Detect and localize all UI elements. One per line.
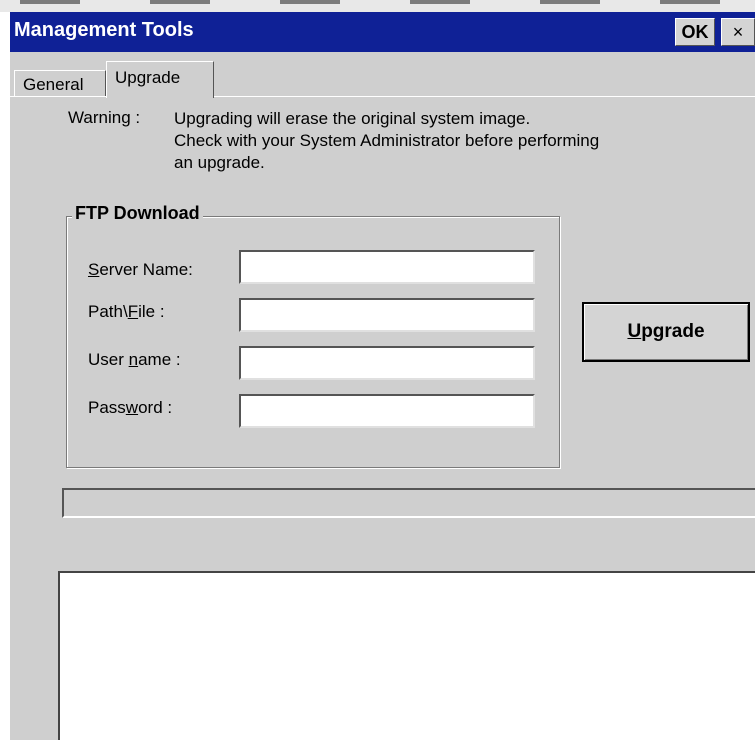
ok-button[interactable]: OK — [675, 18, 715, 46]
window-title: Management Tools — [14, 19, 194, 41]
user-name-label: User name : — [88, 350, 181, 369]
user-name-input[interactable] — [239, 346, 535, 380]
upgrade-progress-bar — [62, 488, 755, 518]
server-name-input[interactable] — [239, 250, 535, 284]
password-input[interactable] — [239, 394, 535, 428]
title-bar: Management Tools OK × — [10, 12, 755, 52]
path-file-label: Path\File : — [88, 302, 165, 321]
warning-label: Warning : — [68, 108, 141, 127]
path-file-input[interactable] — [239, 298, 535, 332]
upgrade-log-area[interactable] — [58, 571, 755, 740]
tab-upgrade[interactable]: Upgrade — [106, 61, 214, 98]
management-tools-window: Management Tools OK × General Upgrade Wa… — [10, 12, 755, 740]
warning-line: Upgrading will erase the original system… — [174, 109, 531, 128]
background-app-strip — [0, 0, 755, 12]
close-icon[interactable]: × — [721, 18, 755, 46]
tab-general[interactable]: General — [14, 70, 106, 96]
warning-line: Check with your System Administrator bef… — [174, 131, 600, 150]
ftp-download-legend: FTP Download — [72, 203, 203, 224]
server-name-label: Server Name: — [88, 260, 193, 279]
warning-message: Upgrading will erase the original system… — [174, 108, 734, 174]
warning-line: an upgrade. — [174, 153, 265, 172]
password-label: Password : — [88, 398, 173, 417]
upgrade-button[interactable]: Upgrade — [582, 302, 750, 362]
